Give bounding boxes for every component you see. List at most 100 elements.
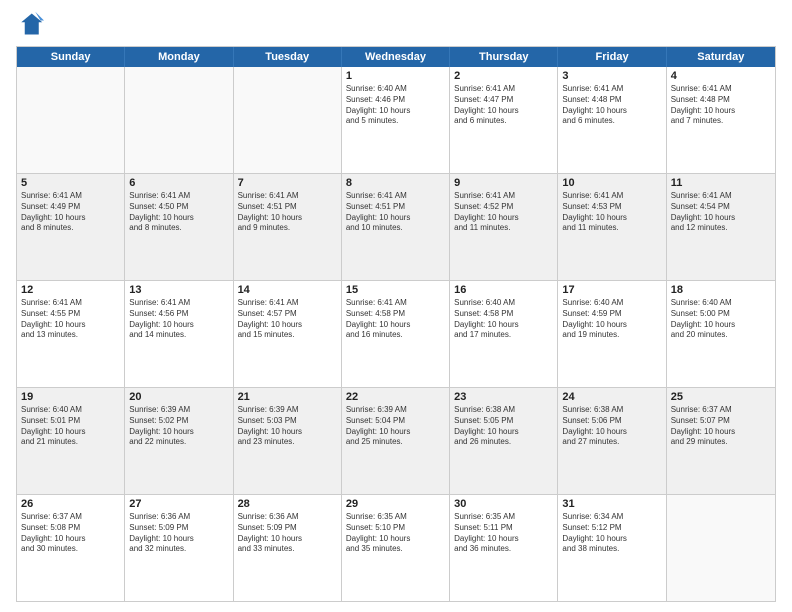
logo-icon xyxy=(16,10,44,38)
cal-cell: 1 Sunrise: 6:40 AMSunset: 4:46 PMDaylight… xyxy=(342,67,450,173)
day-number: 25 xyxy=(671,391,771,403)
day-number: 2 xyxy=(454,70,553,82)
cal-cell: 27 Sunrise: 6:36 AMSunset: 5:09 PMDayligh… xyxy=(125,495,233,601)
cal-week-0: 1 Sunrise: 6:40 AMSunset: 4:46 PMDaylight… xyxy=(17,67,775,174)
cal-cell xyxy=(125,67,233,173)
cal-cell: 16 Sunrise: 6:40 AMSunset: 4:58 PMDayligh… xyxy=(450,281,558,387)
cell-info: Sunrise: 6:41 AMSunset: 4:58 PMDaylight:… xyxy=(346,298,445,341)
day-number: 10 xyxy=(562,177,661,189)
cal-cell xyxy=(234,67,342,173)
cal-cell: 21 Sunrise: 6:39 AMSunset: 5:03 PMDayligh… xyxy=(234,388,342,494)
cell-info: Sunrise: 6:36 AMSunset: 5:09 PMDaylight:… xyxy=(129,512,228,555)
cal-week-3: 19 Sunrise: 6:40 AMSunset: 5:01 PMDayligh… xyxy=(17,388,775,495)
day-number: 3 xyxy=(562,70,661,82)
day-number: 19 xyxy=(21,391,120,403)
cal-cell: 26 Sunrise: 6:37 AMSunset: 5:08 PMDayligh… xyxy=(17,495,125,601)
cell-info: Sunrise: 6:41 AMSunset: 4:53 PMDaylight:… xyxy=(562,191,661,234)
calendar-header: SundayMondayTuesdayWednesdayThursdayFrid… xyxy=(17,47,775,67)
day-number: 27 xyxy=(129,498,228,510)
day-number: 17 xyxy=(562,284,661,296)
cal-cell: 23Sunrise: 6:38 AMSunset: 5:05 PMDayligh… xyxy=(450,388,558,494)
cal-header-wednesday: Wednesday xyxy=(342,47,450,67)
day-number: 6 xyxy=(129,177,228,189)
cal-cell: 2 Sunrise: 6:41 AMSunset: 4:47 PMDaylight… xyxy=(450,67,558,173)
day-number: 14 xyxy=(238,284,337,296)
day-number: 21 xyxy=(238,391,337,403)
cell-info: Sunrise: 6:41 AMSunset: 4:55 PMDaylight:… xyxy=(21,298,120,341)
cell-info: Sunrise: 6:40 AMSunset: 4:59 PMDaylight:… xyxy=(562,298,661,341)
day-number: 7 xyxy=(238,177,337,189)
cal-cell: 10 Sunrise: 6:41 AMSunset: 4:53 PMDayligh… xyxy=(558,174,666,280)
cell-info: Sunrise: 6:41 AMSunset: 4:48 PMDaylight:… xyxy=(562,84,661,127)
cal-cell: 9 Sunrise: 6:41 AMSunset: 4:52 PMDaylight… xyxy=(450,174,558,280)
day-number: 13 xyxy=(129,284,228,296)
cal-cell: 20Sunrise: 6:39 AMSunset: 5:02 PMDayligh… xyxy=(125,388,233,494)
day-number: 22 xyxy=(346,391,445,403)
logo xyxy=(16,10,48,38)
cell-info: Sunrise: 6:40 AMSunset: 5:01 PMDaylight:… xyxy=(21,405,120,448)
cal-cell: 25 Sunrise: 6:37 AMSunset: 5:07 PMDayligh… xyxy=(667,388,775,494)
cell-info: Sunrise: 6:39 AMSunset: 5:02 PMDaylight:… xyxy=(129,405,228,448)
cal-header-sunday: Sunday xyxy=(17,47,125,67)
day-number: 1 xyxy=(346,70,445,82)
day-number: 28 xyxy=(238,498,337,510)
cell-info: Sunrise: 6:41 AMSunset: 4:56 PMDaylight:… xyxy=(129,298,228,341)
cell-info: Sunrise: 6:40 AMSunset: 5:00 PMDaylight:… xyxy=(671,298,771,341)
day-number: 24 xyxy=(562,391,661,403)
cal-cell: 30Sunrise: 6:35 AMSunset: 5:11 PMDayligh… xyxy=(450,495,558,601)
cell-info: Sunrise: 6:37 AMSunset: 5:07 PMDaylight:… xyxy=(671,405,771,448)
calendar-body: 1 Sunrise: 6:40 AMSunset: 4:46 PMDaylight… xyxy=(17,67,775,601)
day-number: 16 xyxy=(454,284,553,296)
cell-info: Sunrise: 6:37 AMSunset: 5:08 PMDaylight:… xyxy=(21,512,120,555)
cell-info: Sunrise: 6:39 AMSunset: 5:03 PMDaylight:… xyxy=(238,405,337,448)
cal-cell: 19 Sunrise: 6:40 AMSunset: 5:01 PMDayligh… xyxy=(17,388,125,494)
cal-cell: 12 Sunrise: 6:41 AMSunset: 4:55 PMDayligh… xyxy=(17,281,125,387)
cal-cell: 24 Sunrise: 6:38 AMSunset: 5:06 PMDayligh… xyxy=(558,388,666,494)
day-number: 8 xyxy=(346,177,445,189)
header xyxy=(16,10,776,38)
cell-info: Sunrise: 6:35 AMSunset: 5:10 PMDaylight:… xyxy=(346,512,445,555)
cell-info: Sunrise: 6:41 AMSunset: 4:51 PMDaylight:… xyxy=(238,191,337,234)
cell-info: Sunrise: 6:36 AMSunset: 5:09 PMDaylight:… xyxy=(238,512,337,555)
cell-info: Sunrise: 6:41 AMSunset: 4:48 PMDaylight:… xyxy=(671,84,771,127)
day-number: 15 xyxy=(346,284,445,296)
cal-header-thursday: Thursday xyxy=(450,47,558,67)
cal-cell: 3 Sunrise: 6:41 AMSunset: 4:48 PMDaylight… xyxy=(558,67,666,173)
cell-info: Sunrise: 6:41 AMSunset: 4:47 PMDaylight:… xyxy=(454,84,553,127)
day-number: 5 xyxy=(21,177,120,189)
cell-info: Sunrise: 6:41 AMSunset: 4:51 PMDaylight:… xyxy=(346,191,445,234)
cell-info: Sunrise: 6:40 AMSunset: 4:46 PMDaylight:… xyxy=(346,84,445,127)
cell-info: Sunrise: 6:39 AMSunset: 5:04 PMDaylight:… xyxy=(346,405,445,448)
cal-cell: 15 Sunrise: 6:41 AMSunset: 4:58 PMDayligh… xyxy=(342,281,450,387)
cal-week-1: 5 Sunrise: 6:41 AMSunset: 4:49 PMDaylight… xyxy=(17,174,775,281)
day-number: 9 xyxy=(454,177,553,189)
cal-header-tuesday: Tuesday xyxy=(234,47,342,67)
day-number: 11 xyxy=(671,177,771,189)
cal-cell: 18Sunrise: 6:40 AMSunset: 5:00 PMDayligh… xyxy=(667,281,775,387)
cell-info: Sunrise: 6:34 AMSunset: 5:12 PMDaylight:… xyxy=(562,512,661,555)
page: SundayMondayTuesdayWednesdayThursdayFrid… xyxy=(0,0,792,612)
cell-info: Sunrise: 6:41 AMSunset: 4:52 PMDaylight:… xyxy=(454,191,553,234)
cal-cell: 8 Sunrise: 6:41 AMSunset: 4:51 PMDaylight… xyxy=(342,174,450,280)
cal-cell: 29Sunrise: 6:35 AMSunset: 5:10 PMDayligh… xyxy=(342,495,450,601)
day-number: 26 xyxy=(21,498,120,510)
cell-info: Sunrise: 6:41 AMSunset: 4:49 PMDaylight:… xyxy=(21,191,120,234)
cal-cell: 31Sunrise: 6:34 AMSunset: 5:12 PMDayligh… xyxy=(558,495,666,601)
day-number: 4 xyxy=(671,70,771,82)
cal-week-2: 12 Sunrise: 6:41 AMSunset: 4:55 PMDayligh… xyxy=(17,281,775,388)
cell-info: Sunrise: 6:41 AMSunset: 4:54 PMDaylight:… xyxy=(671,191,771,234)
cal-header-monday: Monday xyxy=(125,47,233,67)
cell-info: Sunrise: 6:40 AMSunset: 4:58 PMDaylight:… xyxy=(454,298,553,341)
cell-info: Sunrise: 6:38 AMSunset: 5:06 PMDaylight:… xyxy=(562,405,661,448)
cal-header-saturday: Saturday xyxy=(667,47,775,67)
cal-cell: 14Sunrise: 6:41 AMSunset: 4:57 PMDayligh… xyxy=(234,281,342,387)
cal-cell: 4 Sunrise: 6:41 AMSunset: 4:48 PMDaylight… xyxy=(667,67,775,173)
cal-cell: 5 Sunrise: 6:41 AMSunset: 4:49 PMDaylight… xyxy=(17,174,125,280)
cal-cell: 6Sunrise: 6:41 AMSunset: 4:50 PMDaylight… xyxy=(125,174,233,280)
cal-week-4: 26 Sunrise: 6:37 AMSunset: 5:08 PMDayligh… xyxy=(17,495,775,601)
cal-cell: 7 Sunrise: 6:41 AMSunset: 4:51 PMDaylight… xyxy=(234,174,342,280)
cell-info: Sunrise: 6:35 AMSunset: 5:11 PMDaylight:… xyxy=(454,512,553,555)
cal-cell xyxy=(667,495,775,601)
day-number: 12 xyxy=(21,284,120,296)
cal-cell: 11 Sunrise: 6:41 AMSunset: 4:54 PMDayligh… xyxy=(667,174,775,280)
